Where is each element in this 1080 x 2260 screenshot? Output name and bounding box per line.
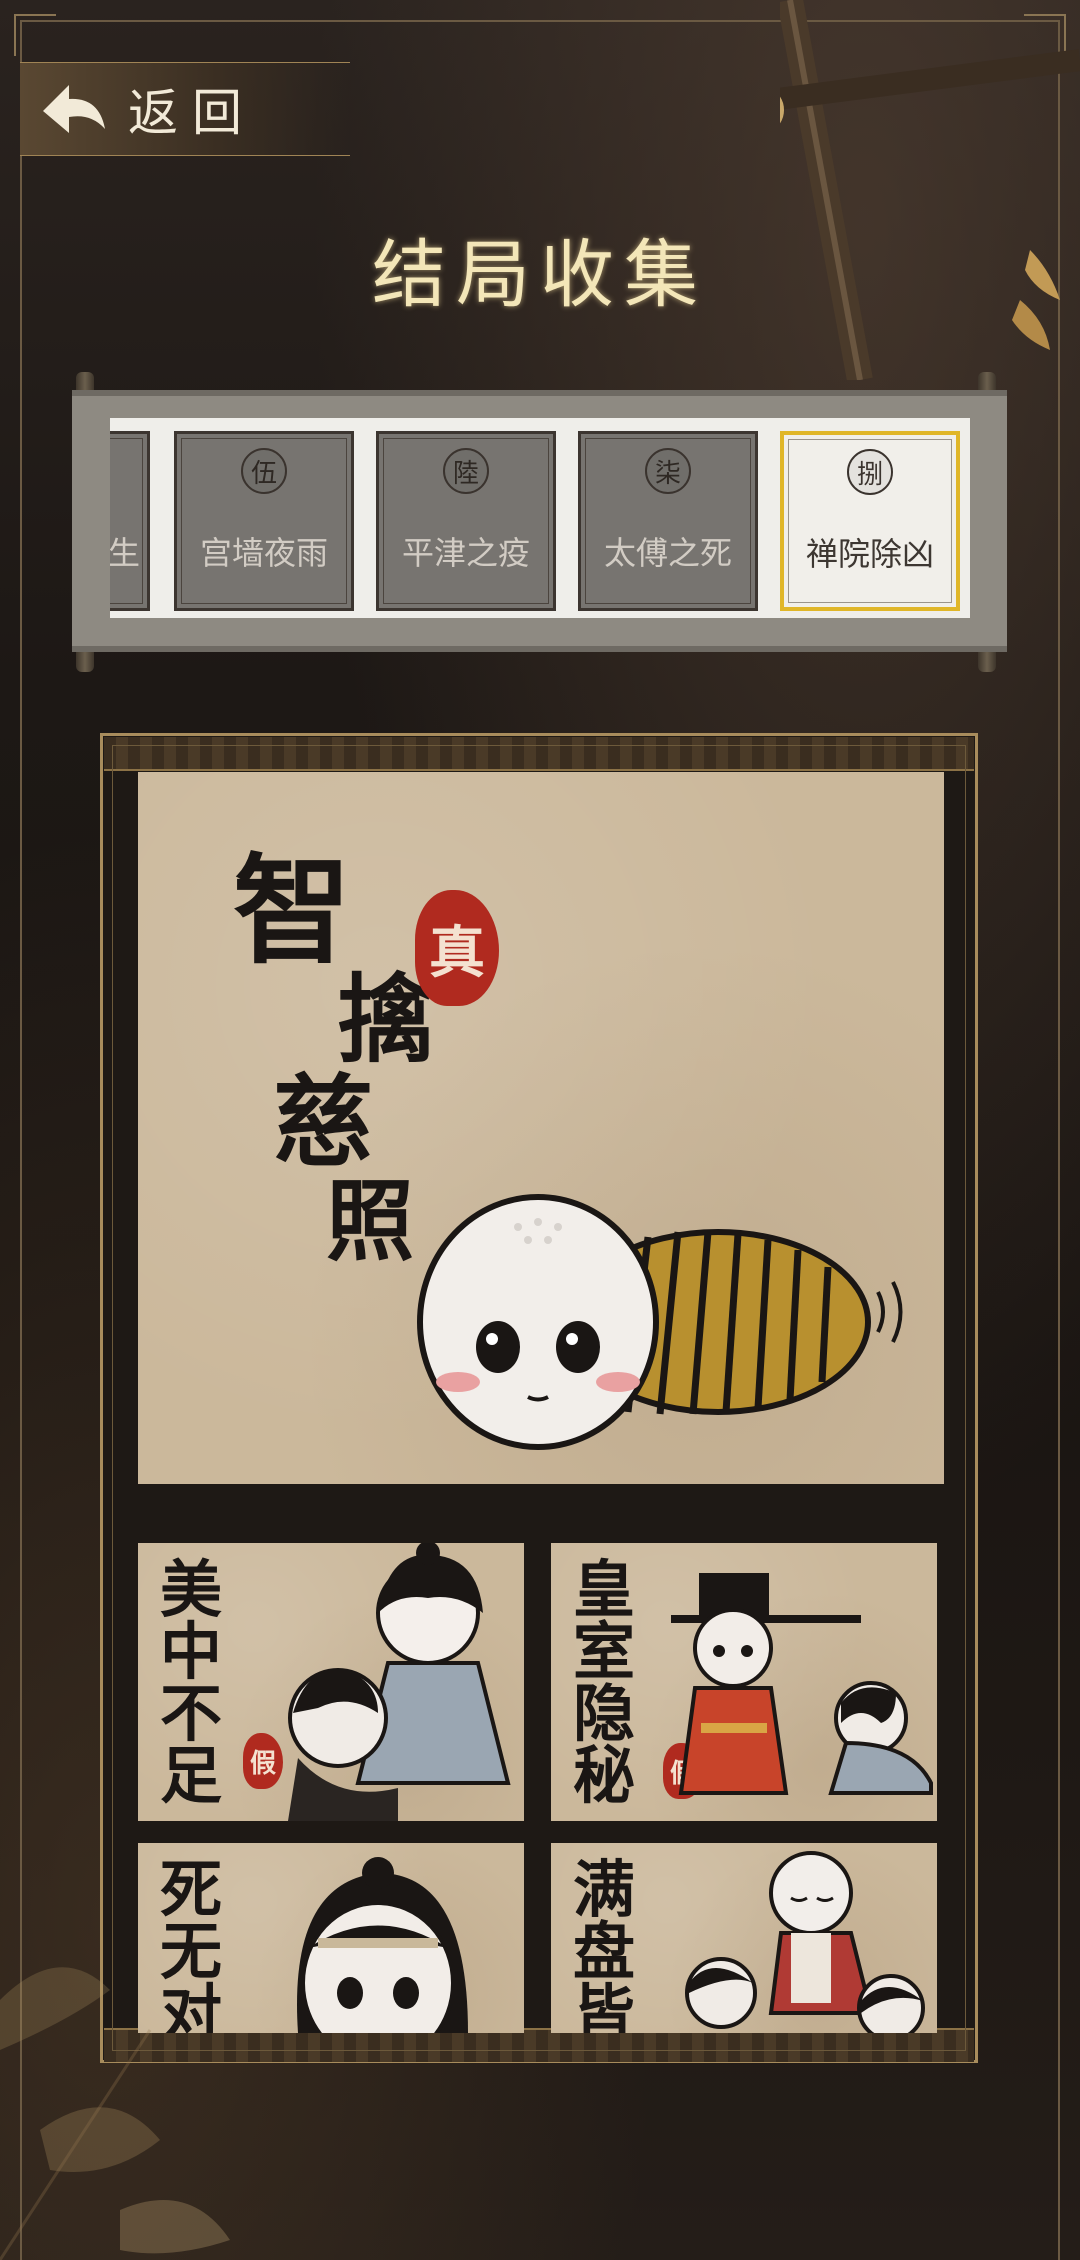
chapter-tab[interactable]: 生 xyxy=(110,431,150,611)
ending-card[interactable]: 美中不足 假 xyxy=(138,1543,524,1821)
true-ending-seal: 真 xyxy=(415,890,499,1006)
ending-title: 美中不足 xyxy=(160,1553,223,1812)
official-and-kneeling-woman-icon xyxy=(671,1573,933,1795)
ending-card[interactable]: 皇室隐秘 假 xyxy=(551,1543,937,1821)
kneeling-couple-icon xyxy=(288,1543,511,1821)
chapter-tab[interactable]: 伍 宫墙夜雨 xyxy=(174,431,354,611)
back-button[interactable]: 返回 xyxy=(20,62,350,156)
main-ending-card[interactable]: 智 擒 慈 照 真 xyxy=(138,772,944,1484)
ginkgo-leaf-decoration xyxy=(0,1967,230,2260)
chapter-tab[interactable]: 柒 太傅之死 xyxy=(578,431,758,611)
ending-title-char: 智 xyxy=(233,841,352,980)
back-arrow-icon xyxy=(34,69,114,149)
ending-card[interactable]: 满盘皆 xyxy=(551,1843,937,2033)
chapter-scroll[interactable]: 生 伍 宫墙夜雨 陸 平津之疫 柒 太傅之死 捌 禅院除凶 xyxy=(72,390,1007,652)
corner-ornament xyxy=(14,14,56,56)
crying-woman-icon xyxy=(297,1857,468,2033)
chapter-tab[interactable]: 陸 平津之疫 xyxy=(376,431,556,611)
corner-ornament xyxy=(1024,14,1066,56)
ending-title: 皇室隐秘 xyxy=(573,1553,636,1812)
back-label: 返回 xyxy=(128,84,256,142)
chapter-tab-selected[interactable]: 捌 禅院除凶 xyxy=(780,431,960,611)
page-title: 结局收集 xyxy=(372,232,708,318)
false-ending-seal: 假 xyxy=(243,1733,283,1789)
chapter-list[interactable]: 生 伍 宫墙夜雨 陸 平津之疫 柒 太傅之死 捌 禅院除凶 xyxy=(110,418,970,618)
monk-and-bowing-figures-icon xyxy=(685,1851,925,2033)
ending-title: 满盘皆 xyxy=(573,1853,636,2034)
monk-rolled-in-mat-icon xyxy=(417,1194,903,1450)
ending-title-char: 慈 xyxy=(273,1063,373,1181)
